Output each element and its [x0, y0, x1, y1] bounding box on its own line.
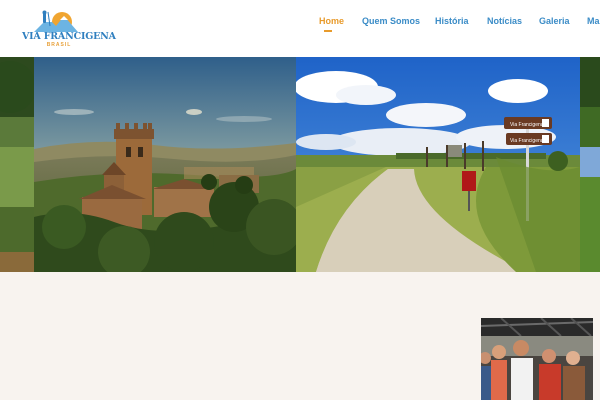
hero-slide-edge-left[interactable] [0, 57, 34, 272]
nav-item-more[interactable]: Ma [587, 16, 600, 26]
content-section [0, 272, 600, 400]
hero-slide-road-signpost[interactable]: Via Francigena Via Francigena [296, 57, 580, 272]
hero-slider[interactable]: Via Francigena Via Francigena [0, 57, 600, 272]
nav-item-quem-somos[interactable]: Quem Somos [362, 16, 420, 26]
nav-item-noticias[interactable]: Notícias [487, 16, 522, 26]
site-header: VIA FRANCIGENA BRASIL Home Quem Somos Hi… [0, 0, 600, 57]
nav-item-historia[interactable]: História [435, 16, 469, 26]
logo-subtitle: BRASIL [46, 42, 72, 48]
nav-item-galeria[interactable]: Galeria [539, 16, 570, 26]
signpost-bottom-label: Via Francigena [510, 138, 544, 144]
logo-title: VIA FRANCIGENA [22, 31, 116, 42]
main-nav: Home Quem Somos História Notícias Galeri… [0, 16, 600, 32]
nav-active-indicator [324, 30, 332, 32]
hero-slide-tuscan-tower[interactable] [34, 57, 296, 272]
nav-item-home[interactable]: Home [319, 16, 344, 26]
signpost-top-label: Via Francigena [510, 122, 544, 128]
group-photo[interactable] [481, 318, 593, 400]
hero-slide-edge-right[interactable] [580, 57, 600, 272]
